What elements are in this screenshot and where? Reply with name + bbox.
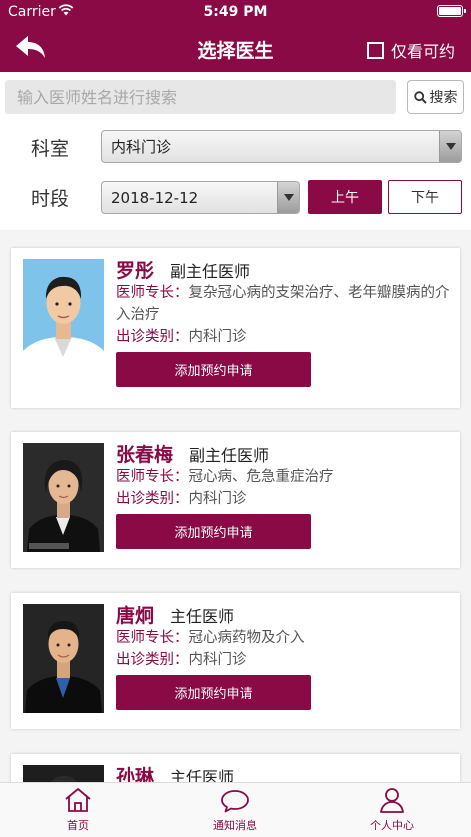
doctor-title: 主任医师 — [170, 607, 235, 626]
search-button-label: 搜索 — [429, 90, 458, 106]
department-select[interactable]: 内科门诊 — [101, 130, 462, 163]
doctor-specialty: 医师专长：冠心病药物及介入 — [116, 627, 452, 649]
tab-profile-label: 个人中心 — [370, 819, 414, 832]
morning-button[interactable]: 上午 — [308, 180, 382, 214]
doctor-card[interactable]: 唐炯 主任医师 医师专长：冠心病药物及介入 出诊类别：内科门诊 添加预约申请 — [11, 593, 460, 729]
doctor-title: 副主任医师 — [189, 446, 270, 465]
doctor-info: 张春梅 副主任医师 医师专长：冠心病、危急重症治疗 出诊类别：内科门诊 添加预约… — [116, 440, 452, 549]
doctor-name: 张春梅 — [116, 444, 174, 466]
date-select[interactable]: 2018-12-12 — [101, 181, 300, 214]
tab-home-label: 首页 — [67, 819, 89, 832]
chat-bubble-icon — [221, 790, 249, 813]
afternoon-button[interactable]: 下午 — [388, 180, 462, 214]
doctor-visit-type: 出诊类别：内科门诊 — [116, 649, 452, 671]
only-available-toggle[interactable]: 仅看可约 — [366, 38, 455, 62]
specialty-value: 冠心病药物及介入 — [188, 630, 305, 646]
search-icon — [413, 90, 427, 104]
specialty-key: 医师专长： — [116, 469, 189, 485]
specialty-key: 医师专长： — [116, 285, 189, 301]
tab-notifications[interactable]: 通知消息 — [175, 783, 295, 837]
filter-panel: 科室 内科门诊 时段 2018-12-12 上午 下午 — [0, 124, 471, 230]
department-label: 科室 — [31, 138, 70, 160]
specialty-value: 冠心病、危急重症治疗 — [188, 469, 334, 485]
user-icon — [380, 788, 404, 813]
doctor-card[interactable]: 张春梅 副主任医师 医师专长：冠心病、危急重症治疗 出诊类别：内科门诊 添加预约… — [11, 432, 460, 568]
only-available-checkbox[interactable] — [366, 41, 384, 59]
dropdown-arrow-icon — [439, 131, 461, 162]
doctor-photo — [23, 259, 104, 368]
doctor-info: 唐炯 主任医师 医师专长：冠心病药物及介入 出诊类别：内科门诊 添加预约申请 — [116, 601, 452, 710]
status-time: 5:49 PM — [203, 4, 268, 20]
doctor-photo — [23, 443, 104, 552]
tab-profile[interactable]: 个人中心 — [332, 783, 452, 837]
dropdown-arrow-icon — [277, 182, 299, 213]
visit-type-key: 出诊类别： — [116, 329, 189, 345]
search-button[interactable]: 搜索 — [407, 80, 464, 114]
date-value: 2018-12-12 — [111, 188, 199, 207]
visit-type-value: 内科门诊 — [188, 652, 247, 668]
doctor-photo — [23, 604, 104, 713]
add-appointment-button[interactable]: 添加预约申请 — [116, 352, 311, 387]
visit-type-value: 内科门诊 — [188, 491, 247, 507]
doctor-visit-type: 出诊类别：内科门诊 — [116, 326, 452, 348]
home-icon — [65, 788, 91, 812]
status-bar: Carrier 5:49 PM — [0, 0, 471, 24]
doctor-title: 副主任医师 — [170, 262, 251, 281]
specialty-key: 医师专长： — [116, 630, 189, 646]
tab-notifications-label: 通知消息 — [213, 819, 257, 832]
tab-home[interactable]: 首页 — [18, 783, 138, 837]
tab-bar: 首页 通知消息 个人中心 — [0, 782, 471, 837]
doctor-info: 罗彤 副主任医师 医师专长：复杂冠心病的支架治疗、老年瓣膜病的介入治疗 出诊类别… — [116, 256, 452, 387]
doctor-name: 唐炯 — [116, 605, 155, 627]
add-appointment-button[interactable]: 添加预约申请 — [116, 514, 311, 549]
doctor-visit-type: 出诊类别：内科门诊 — [116, 488, 452, 510]
doctor-name: 罗彤 — [116, 260, 155, 282]
doctor-specialty: 医师专长：冠心病、危急重症治疗 — [116, 466, 452, 488]
only-available-label: 仅看可约 — [390, 42, 455, 61]
search-bar: 搜索 — [0, 72, 471, 124]
doctor-card[interactable]: 罗彤 副主任医师 医师专长：复杂冠心病的支架治疗、老年瓣膜病的介入治疗 出诊类别… — [11, 248, 460, 408]
visit-type-key: 出诊类别： — [116, 491, 189, 507]
department-value: 内科门诊 — [111, 138, 172, 156]
navigation-bar: Carrier 5:49 PM 选择医生 仅看可约 — [0, 0, 471, 72]
visit-type-key: 出诊类别： — [116, 652, 189, 668]
battery-icon — [437, 5, 466, 17]
add-appointment-button[interactable]: 添加预约申请 — [116, 675, 311, 710]
period-label: 时段 — [31, 188, 70, 210]
doctor-specialty: 医师专长：复杂冠心病的支架治疗、老年瓣膜病的介入治疗 — [116, 282, 452, 326]
search-input[interactable] — [5, 80, 396, 114]
visit-type-value: 内科门诊 — [188, 329, 247, 345]
